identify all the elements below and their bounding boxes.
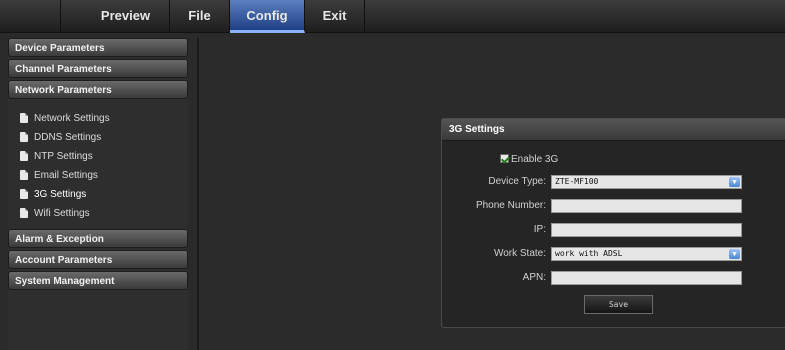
- enable-3g-label: Enable 3G: [511, 154, 559, 165]
- phone-number-row: Phone Number:: [442, 199, 785, 213]
- work-state-label: Work State:: [493, 248, 546, 259]
- device-type-select[interactable]: ZTE-MF100 ▼: [551, 175, 742, 189]
- sidebar-item-3g-settings[interactable]: 3G Settings: [8, 185, 188, 204]
- sidebar-category-system-management[interactable]: System Management: [8, 271, 188, 290]
- chevron-down-icon[interactable]: ▼: [729, 249, 740, 259]
- tab-config[interactable]: Config: [230, 0, 305, 33]
- sidebar-item-label: 3G Settings: [34, 189, 87, 200]
- device-type-row: Device Type: ZTE-MF100 ▼: [442, 175, 785, 189]
- tab-exit[interactable]: Exit: [305, 0, 365, 33]
- ip-row: IP:: [442, 223, 785, 237]
- tab-preview[interactable]: Preview: [60, 0, 170, 33]
- document-icon: [20, 208, 28, 218]
- tab-file[interactable]: File: [170, 0, 230, 33]
- sidebar-item-label: Email Settings: [34, 170, 98, 181]
- work-state-select[interactable]: work with ADSL ▼: [551, 247, 742, 261]
- apn-input[interactable]: [551, 271, 742, 285]
- apn-row: APN:: [442, 271, 785, 285]
- sidebar-category-channel-parameters[interactable]: Channel Parameters: [8, 59, 188, 78]
- sidebar-item-email-settings[interactable]: Email Settings: [8, 166, 188, 185]
- phone-number-input[interactable]: [551, 199, 742, 213]
- top-menu-bar: Preview File Config Exit: [0, 0, 785, 33]
- sidebar: Device Parameters Channel Parameters Net…: [8, 38, 188, 350]
- sidebar-category-account-parameters[interactable]: Account Parameters: [8, 250, 188, 269]
- sidebar-item-network-settings[interactable]: Network Settings: [8, 109, 188, 128]
- document-icon: [20, 132, 28, 142]
- ip-input[interactable]: [551, 223, 742, 237]
- document-icon: [20, 189, 28, 199]
- sidebar-item-label: DDNS Settings: [34, 132, 102, 143]
- document-icon: [20, 170, 28, 180]
- document-icon: [20, 113, 28, 123]
- device-type-value: ZTE-MF100: [555, 177, 599, 186]
- work-state-row: Work State: work with ADSL ▼: [442, 247, 785, 261]
- enable-3g-toggle[interactable]: Enable 3G: [500, 154, 558, 168]
- enable-3g-checkbox[interactable]: [500, 154, 509, 163]
- sidebar-category-network-parameters[interactable]: Network Parameters: [8, 80, 188, 99]
- 3g-settings-panel: 3G Settings Enable 3G Device Type: ZTE-M…: [441, 118, 785, 328]
- sidebar-item-label: NTP Settings: [34, 151, 93, 162]
- save-button[interactable]: Save: [584, 295, 653, 314]
- sidebar-item-label: Network Settings: [34, 113, 110, 124]
- sidebar-item-label: Wifi Settings: [34, 208, 90, 219]
- panel-title: 3G Settings: [442, 119, 785, 141]
- network-settings-list: Network Settings DDNS Settings NTP Setti…: [8, 101, 188, 229]
- work-state-value: work with ADSL: [555, 249, 623, 258]
- device-type-label: Device Type:: [488, 176, 546, 187]
- phone-number-label: Phone Number:: [475, 200, 546, 211]
- sidebar-category-device-parameters[interactable]: Device Parameters: [8, 38, 188, 57]
- main-content: 3G Settings Enable 3G Device Type: ZTE-M…: [197, 38, 785, 350]
- chevron-down-icon[interactable]: ▼: [729, 177, 740, 187]
- ip-label: IP:: [533, 224, 546, 235]
- sidebar-item-ntp-settings[interactable]: NTP Settings: [8, 147, 188, 166]
- sidebar-item-wifi-settings[interactable]: Wifi Settings: [8, 204, 188, 223]
- sidebar-item-ddns-settings[interactable]: DDNS Settings: [8, 128, 188, 147]
- sidebar-category-alarm-exception[interactable]: Alarm & Exception: [8, 229, 188, 248]
- document-icon: [20, 151, 28, 161]
- apn-label: APN:: [522, 272, 546, 283]
